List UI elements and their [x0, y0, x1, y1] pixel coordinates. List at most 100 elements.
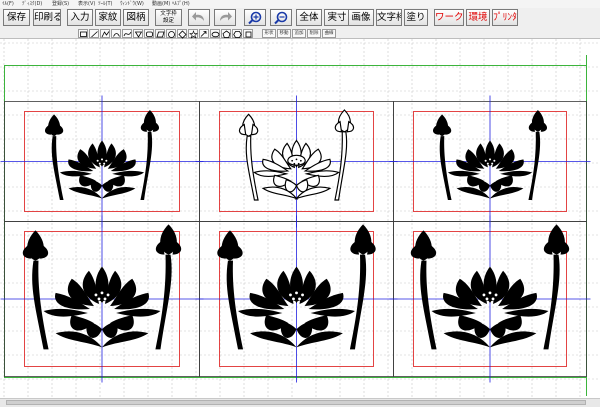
draw-tool-line-button[interactable] — [89, 28, 99, 38]
square-icon — [245, 31, 252, 37]
seed-dot — [488, 158, 492, 161]
actual-size-button[interactable]: 実寸 — [324, 9, 350, 26]
save-button[interactable]: 保存 — [3, 9, 30, 26]
seed-dot — [103, 162, 106, 165]
seed-dot — [299, 159, 302, 162]
polyline-icon — [101, 30, 110, 37]
panel-1-2[interactable] — [195, 95, 398, 228]
seed-dot — [98, 162, 101, 165]
seed-dot — [493, 159, 496, 162]
seed-dot — [491, 297, 495, 301]
menu-help[interactable]: ﾍﾙﾌﾟ(H) — [172, 0, 190, 8]
seed-dot — [289, 293, 292, 297]
grid-lines — [0, 39, 600, 406]
menu-disk[interactable]: ﾃﾞｨｽｸ(D) — [22, 0, 42, 8]
image-button[interactable]: 画像 — [348, 9, 374, 26]
draw-tool-polyline-button[interactable] — [100, 28, 110, 38]
draw-tool-rounded-rect-button[interactable] — [144, 28, 154, 38]
seed-dot — [301, 293, 304, 297]
draw-tool-text-button[interactable]: 削除 — [307, 28, 321, 38]
draw-toolbar: 形状 移動 追加 削除 曲線 — [0, 28, 600, 39]
family-crest-button[interactable]: 家紋 — [95, 9, 121, 26]
seed-dot — [295, 291, 298, 295]
draw-tool-ellipse-button[interactable] — [210, 28, 220, 38]
arrow-icon — [200, 30, 207, 37]
seed-dot — [297, 162, 300, 165]
seed-dot — [486, 162, 489, 165]
seed-dot — [96, 159, 99, 162]
canvas[interactable] — [0, 39, 600, 406]
print-button[interactable]: 印刷る — [33, 9, 61, 26]
fit-all-button[interactable]: 全体 — [296, 9, 322, 26]
draw-tool-text-button[interactable]: 曲線 — [322, 28, 336, 38]
pattern-button[interactable]: 図柄 — [123, 9, 149, 26]
rectangle-icon — [80, 31, 87, 37]
zoom-out-icon — [274, 11, 288, 25]
text-box-button[interactable]: 文字枠 — [376, 9, 402, 26]
work-button[interactable]: ワーク — [434, 9, 464, 26]
draw-tool-text-button[interactable]: 移動 — [277, 28, 291, 38]
draw-tool-diamond-button[interactable] — [177, 28, 187, 39]
draw-tool-parallelogram-button[interactable] — [155, 28, 165, 38]
seed-dot — [100, 158, 104, 161]
parallelogram-icon — [156, 31, 165, 37]
draw-tool-curve-button[interactable] — [122, 28, 132, 38]
ellipse-icon — [211, 31, 220, 37]
seed-dot — [105, 159, 108, 162]
input-button[interactable]: 入力 — [67, 9, 93, 26]
seed-dot — [488, 291, 492, 295]
draw-tool-text-button[interactable]: 形状 — [262, 28, 276, 38]
seed-dot — [485, 297, 489, 301]
panel-2-2[interactable] — [195, 215, 398, 383]
redo-icon — [220, 12, 232, 21]
printer-button[interactable]: ﾌﾟﾘﾝﾀ — [492, 9, 518, 26]
rounded-rect-icon — [146, 31, 153, 37]
draw-tool-triangle-button[interactable] — [133, 28, 143, 38]
main-toolbar: 保存 印刷る 入力 家紋 図柄 文字枠 設定 全体 実寸 画像 文字枠 塗り ワ… — [0, 8, 600, 29]
environment-button[interactable]: 環境 — [466, 9, 490, 26]
canvas-area[interactable] — [0, 39, 600, 406]
undo-button[interactable] — [188, 9, 210, 26]
draw-tool-arrow-button[interactable] — [199, 28, 209, 38]
seed-dot — [106, 293, 110, 297]
seed-dot — [291, 159, 294, 162]
undo-icon — [192, 12, 204, 21]
text-frame-settings-button[interactable]: 文字枠 設定 — [155, 9, 182, 26]
pentagon-icon — [222, 30, 231, 38]
draw-tool-circle-button[interactable] — [166, 28, 176, 38]
seed-dot — [494, 293, 498, 297]
zoom-out-button[interactable] — [270, 9, 292, 26]
scrollbar-thumb[interactable] — [6, 400, 586, 405]
seed-dot — [482, 293, 486, 297]
redo-button[interactable] — [214, 9, 236, 26]
menu-tools[interactable]: ﾂｰﾙ(T) — [98, 0, 112, 8]
menu-window[interactable]: ｳｨﾝﾄﾞｳ(W) — [120, 0, 144, 8]
triangle-icon — [134, 31, 143, 38]
menu-register[interactable]: 登録(S) — [52, 0, 69, 8]
seed-dot — [94, 293, 98, 297]
draw-tool-rectangle-button[interactable] — [78, 28, 88, 38]
seed-dot — [298, 297, 301, 301]
draw-tool-square-button[interactable] — [243, 28, 253, 38]
menu-view[interactable]: 表示(V) — [78, 0, 95, 8]
seed-dot — [293, 162, 296, 165]
draw-tool-hexagon-button[interactable] — [232, 28, 242, 38]
draw-tool-pentagon-button[interactable] — [221, 28, 231, 38]
circle-icon — [168, 30, 175, 38]
zoom-in-button[interactable] — [244, 9, 266, 26]
seed-dot — [295, 158, 298, 161]
seed-dot — [97, 297, 101, 301]
panel-grid — [0, 95, 591, 383]
menu-video[interactable]: 動画(M) — [152, 0, 170, 8]
panel-2-3[interactable] — [389, 215, 591, 383]
menu-file[interactable]: ｲﾙ(F) — [2, 0, 14, 8]
curve-icon — [123, 31, 132, 36]
draw-tool-star-button[interactable] — [188, 28, 198, 39]
panel-2-1[interactable] — [0, 215, 204, 383]
panel-1-3[interactable] — [389, 95, 591, 228]
draw-tool-text-button[interactable]: 追加 — [292, 28, 306, 38]
arc-icon — [113, 32, 120, 37]
fill-button[interactable]: 塗り — [404, 9, 428, 26]
draw-tool-arc-button[interactable] — [111, 28, 121, 38]
panel-1-1[interactable] — [0, 95, 204, 228]
